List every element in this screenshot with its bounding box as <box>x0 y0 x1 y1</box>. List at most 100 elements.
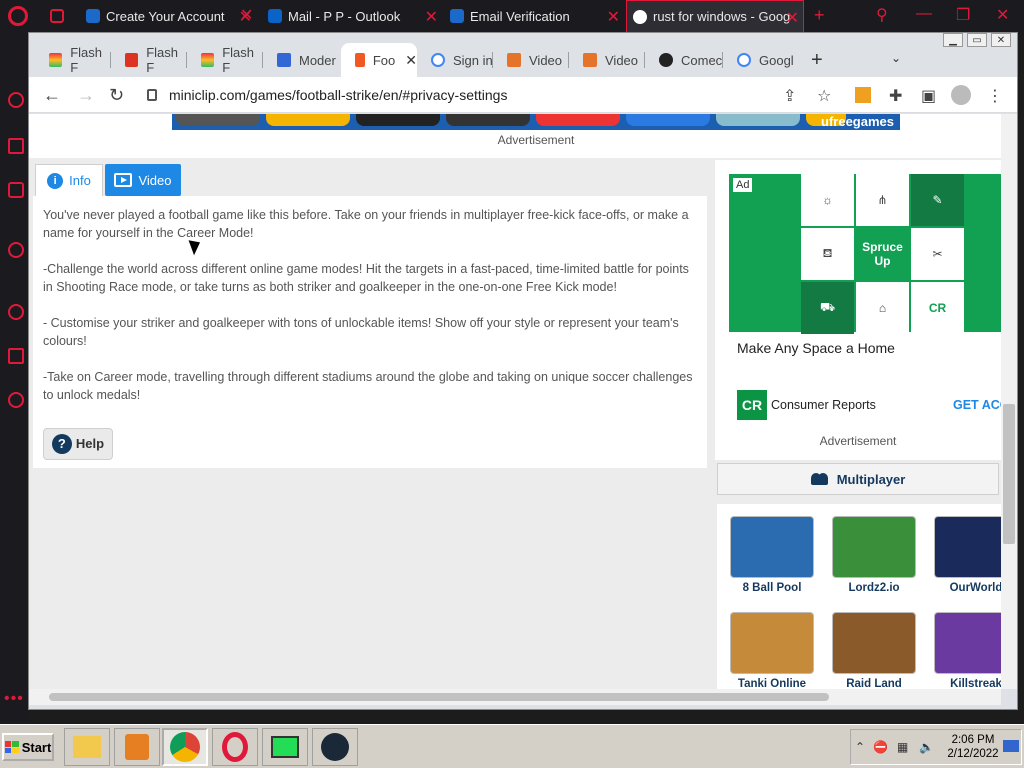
close-icon[interactable]: ✕ <box>425 7 438 27</box>
tab-video[interactable]: Video <box>105 164 181 196</box>
steam-taskbar-icon[interactable] <box>312 728 358 766</box>
tab-info[interactable]: i Info <box>35 164 103 196</box>
game-tile[interactable]: Killstreak <box>931 612 1001 689</box>
tab-google[interactable]: Googl <box>723 45 799 75</box>
bag-icon[interactable] <box>8 138 24 154</box>
tab-football-strike[interactable]: Foo ✕ <box>341 43 417 77</box>
users-icon <box>810 471 829 487</box>
puzzle-icon[interactable]: ✚ <box>889 86 902 106</box>
ad-image[interactable]: Ad ☼ ⋔ ✎ ⛾ Spruce Up ✂ ⛟ ⌂ CR <box>729 174 1001 334</box>
close-window-icon[interactable]: ✕ <box>991 33 1011 47</box>
maximize-icon[interactable]: ▭ <box>967 33 987 47</box>
close-icon[interactable]: ✕ <box>607 7 620 27</box>
ufreegames-logo: ufreegames <box>821 114 894 129</box>
restore-icon[interactable]: ❐ <box>956 5 970 25</box>
bookmark-star-icon[interactable]: ☆ <box>817 86 831 106</box>
speed-dial-icon[interactable] <box>8 92 24 108</box>
advertisement-label: Advertisement <box>497 133 575 147</box>
share-icon[interactable]: ⇪ <box>783 86 796 106</box>
top-ad-banner[interactable]: ufreegames <box>172 114 900 130</box>
tab-search-icon[interactable]: ⌄ <box>891 51 901 65</box>
rainbow-icon <box>201 53 215 67</box>
game-thumbnail[interactable] <box>832 516 916 578</box>
game-tile[interactable]: Lordz2.io <box>829 516 919 594</box>
side-panel-icon[interactable]: ▣ <box>921 86 936 106</box>
clock[interactable]: 2:06 PM 2/12/2022 <box>943 733 1003 761</box>
show-hidden-icon[interactable]: ⌃ <box>855 740 865 754</box>
opera-logo-icon[interactable] <box>8 6 28 26</box>
volume-icon[interactable]: 🔈 <box>919 740 934 754</box>
tab-github[interactable]: Comec <box>645 45 723 75</box>
show-desktop-icon[interactable] <box>1003 740 1019 752</box>
more-icon[interactable]: ••• <box>4 690 24 708</box>
multiplayer-header[interactable]: Multiplayer <box>717 463 999 495</box>
game-thumbnail[interactable] <box>934 516 1001 578</box>
vertical-scroll-thumb[interactable] <box>1003 404 1015 544</box>
sidebar-ad[interactable]: Ad ☼ ⋔ ✎ ⛾ Spruce Up ✂ ⛟ ⌂ CR Make Any S… <box>715 160 1001 460</box>
close-icon[interactable]: ✕ <box>405 52 417 69</box>
game-thumbnail[interactable] <box>730 516 814 578</box>
chrome-tab-strip: Flash F Flash F Flash F Moder Foo ✕ Sign… <box>29 41 1019 77</box>
github-icon <box>659 53 673 67</box>
close-window-icon[interactable]: ✕ <box>996 5 1009 25</box>
opera-tab-outlook[interactable]: Mail - P P - Outlook ✕ <box>262 0 442 32</box>
network-icon[interactable]: ▦ <box>897 740 908 754</box>
taskbar: Start ⌃ ⛔ ▦ 🔈 2:06 PM 2/12/2022 <box>0 724 1024 768</box>
help-button[interactable]: ? Help <box>43 428 113 460</box>
file-explorer-icon[interactable] <box>64 728 110 766</box>
task-manager-icon[interactable] <box>262 728 308 766</box>
game-tile[interactable]: 8 Ball Pool <box>727 516 817 594</box>
twitch-icon[interactable] <box>8 182 24 198</box>
opera-tab-email-verification[interactable]: Email Verification ✕ <box>444 0 624 32</box>
player-icon[interactable] <box>8 242 24 258</box>
box-icon[interactable] <box>8 348 24 364</box>
ad-headline[interactable]: Make Any Space a Home <box>737 340 895 356</box>
game-tile[interactable]: Raid Land <box>829 612 919 689</box>
opera-tab-create-account[interactable]: Create Your Account <box>80 0 256 32</box>
reload-icon[interactable]: ↻ <box>109 85 124 106</box>
tab-flash-3[interactable]: Flash F <box>187 45 263 75</box>
game-thumbnail[interactable] <box>934 612 1001 674</box>
minimize-icon[interactable]: — <box>916 5 932 23</box>
history-icon[interactable] <box>8 304 24 320</box>
new-tab-button[interactable]: + <box>814 5 825 26</box>
address-bar[interactable]: miniclip.com/games/football-strike/en/#p… <box>133 81 823 109</box>
minimize-icon[interactable]: ▁ <box>943 33 963 47</box>
chrome-taskbar-icon[interactable] <box>162 728 208 766</box>
ad-brand[interactable]: Consumer Reports <box>771 398 876 412</box>
chrome-window: Flash F Flash F Flash F Moder Foo ✕ Sign… <box>28 32 1018 710</box>
tab-video-1[interactable]: Video <box>493 45 569 75</box>
opera-tab-rust[interactable]: rust for windows - Goog ✕ <box>626 0 804 32</box>
new-tab-button[interactable]: + <box>811 49 823 72</box>
tab-video-2[interactable]: Video <box>569 45 645 75</box>
close-icon[interactable]: ✕ <box>240 5 253 25</box>
google-icon <box>633 9 647 24</box>
vertical-scrollbar[interactable] <box>1001 114 1017 689</box>
menu-icon[interactable]: ⋮ <box>987 86 1003 106</box>
url-text[interactable]: miniclip.com/games/football-strike/en/#p… <box>169 87 507 103</box>
tab-flash-1[interactable]: Flash F <box>35 45 111 75</box>
horizontal-scroll-thumb[interactable] <box>49 693 829 701</box>
opera-taskbar-icon[interactable] <box>212 728 258 766</box>
tab-moder[interactable]: Moder <box>263 45 341 75</box>
game-thumbnail[interactable] <box>730 612 814 674</box>
game-tile[interactable]: OurWorld <box>931 516 1001 594</box>
game-tile[interactable]: Tanki Online <box>727 612 817 689</box>
search-icon[interactable]: ⚲ <box>876 5 888 25</box>
tab-flash-2[interactable]: Flash F <box>111 45 187 75</box>
profile-avatar[interactable] <box>951 85 971 105</box>
security-icon[interactable]: ⛔ <box>873 740 888 754</box>
settings-icon[interactable] <box>8 392 24 408</box>
horizontal-scrollbar[interactable] <box>29 689 1001 705</box>
back-icon[interactable]: ← <box>43 85 61 106</box>
game-thumbnail[interactable] <box>832 612 916 674</box>
extension-icon[interactable] <box>855 87 871 103</box>
start-button[interactable]: Start <box>2 733 54 761</box>
close-icon[interactable]: ✕ <box>786 8 799 28</box>
gamepad-icon <box>50 9 64 23</box>
m-blue-icon <box>277 53 291 67</box>
forward-icon[interactable]: → <box>77 85 95 106</box>
tab-sign-in[interactable]: Sign in <box>417 45 493 75</box>
ad-cta-button[interactable]: GET ACC <box>953 398 1001 412</box>
media-player-icon[interactable] <box>114 728 160 766</box>
